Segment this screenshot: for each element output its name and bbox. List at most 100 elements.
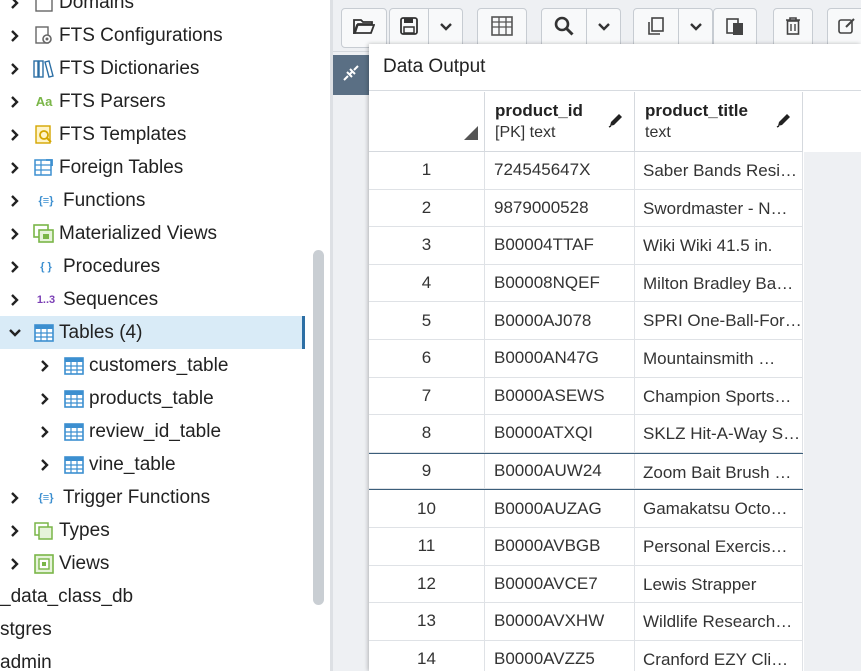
tree-item-fts-parsers[interactable]: Aa FTS Parsers (0, 85, 305, 118)
tree-item-procedures[interactable]: { } Procedures (0, 250, 305, 283)
row-number[interactable]: 14 (369, 640, 485, 671)
table-row[interactable]: 2 9879000528 Swordmaster - N… (369, 189, 803, 228)
chevron-right-icon[interactable] (9, 62, 21, 75)
cell-product-id[interactable]: B0000ATXQI (485, 415, 635, 453)
cell-product-id[interactable]: B0000AVBGB (485, 528, 635, 566)
load-table-button[interactable] (477, 8, 527, 48)
chevron-right-icon[interactable] (9, 194, 21, 207)
cell-product-id[interactable]: B0000AVZZ5 (485, 640, 635, 671)
tree-item-admin[interactable]: admin (0, 646, 305, 671)
cell-product-id[interactable]: B00004TTAF (485, 227, 635, 265)
tree-item-domains[interactable]: Domains (0, 0, 305, 19)
save-button[interactable] (389, 8, 429, 48)
table-row[interactable]: 11 B0000AVBGB Personal Exercis… (369, 528, 803, 566)
row-number[interactable]: 7 (369, 377, 485, 416)
pencil-icon[interactable] (776, 112, 792, 133)
cell-product-title[interactable]: Personal Exercis… (635, 528, 803, 566)
tree-item-views[interactable]: Views (0, 547, 305, 580)
row-number[interactable]: 9 (369, 453, 485, 490)
cell-product-title[interactable]: Saber Bands Resi… (635, 152, 803, 190)
cell-product-title[interactable]: Lewis Strapper (635, 565, 803, 604)
cell-product-id[interactable]: 9879000528 (485, 189, 635, 228)
row-number[interactable]: 13 (369, 603, 485, 641)
row-number[interactable]: 1 (369, 152, 485, 190)
row-number[interactable]: 12 (369, 565, 485, 604)
tree-item-functions[interactable]: {≡} Functions (0, 184, 305, 217)
paste-button[interactable] (713, 8, 757, 48)
open-file-button[interactable] (341, 8, 387, 48)
cell-product-id[interactable]: B0000AVCE7 (485, 565, 635, 604)
tree-item-fts-dictionaries[interactable]: FTS Dictionaries (0, 52, 305, 85)
tree-item-review-id-table[interactable]: review_id_table (0, 415, 305, 448)
cell-product-id[interactable]: B0000AUW24 (485, 453, 635, 490)
cell-product-id[interactable]: B0000AJ078 (485, 302, 635, 340)
tree-item-fts-configurations[interactable]: FTS Configurations (0, 19, 305, 52)
cell-product-title[interactable]: Zoom Bait Brush … (635, 453, 803, 490)
table-row[interactable]: 10 B0000AUZAG Gamakatsu Octo… (369, 490, 803, 528)
table-row[interactable]: 5 B0000AJ078 SPRI One-Ball-For… (369, 302, 803, 340)
row-number[interactable]: 8 (369, 415, 485, 453)
column-header-product-id[interactable]: product_id [PK] text (485, 92, 635, 152)
pencil-icon[interactable] (608, 112, 624, 133)
chevron-right-icon[interactable] (9, 491, 21, 504)
tree-item-stgres[interactable]: stgres (0, 613, 305, 646)
cell-product-id[interactable]: 724545647X (485, 152, 635, 190)
cell-product-title[interactable]: Mountainsmith … (635, 340, 803, 378)
row-number-header[interactable] (369, 92, 485, 152)
tree-item-foreign-tables[interactable]: Foreign Tables (0, 151, 305, 184)
tree-item-sequences[interactable]: 1..3 Sequences (0, 283, 305, 316)
row-number[interactable]: 3 (369, 227, 485, 265)
tree-scrollbar[interactable] (313, 250, 324, 605)
chevron-right-icon[interactable] (39, 392, 51, 405)
cell-product-title[interactable]: Wiki Wiki 41.5 in. (635, 227, 803, 265)
tree-item-customers-table[interactable]: customers_table (0, 349, 305, 382)
table-row[interactable]: 7 B0000ASEWS Champion Sports… (369, 377, 803, 416)
chevron-right-icon[interactable] (9, 524, 21, 537)
cell-product-title[interactable]: Cranford EZY Cli… (635, 640, 803, 671)
row-number[interactable]: 6 (369, 340, 485, 378)
edit-button[interactable] (827, 8, 861, 48)
chevron-right-icon[interactable] (9, 557, 21, 570)
connection-status[interactable] (333, 55, 369, 95)
cell-product-title[interactable]: Gamakatsu Octo… (635, 490, 803, 528)
tree-item-products-table[interactable]: products_table (0, 382, 305, 415)
chevron-right-icon[interactable] (39, 359, 51, 372)
chevron-right-icon[interactable] (9, 95, 21, 108)
cell-product-title[interactable]: Wildlife Research… (635, 603, 803, 641)
table-row[interactable]: 4 B00008NQEF Milton Bradley Ba… (369, 264, 803, 303)
cell-product-id[interactable]: B0000ASEWS (485, 377, 635, 416)
chevron-right-icon[interactable] (9, 161, 21, 174)
chevron-right-icon[interactable] (9, 260, 21, 273)
cell-product-title[interactable]: Milton Bradley Ba… (635, 264, 803, 303)
tree-item-trigger-functions[interactable]: {≡} Trigger Functions (0, 481, 305, 514)
row-number[interactable]: 4 (369, 264, 485, 303)
delete-button[interactable] (773, 8, 813, 48)
cell-product-title[interactable]: Swordmaster - N… (635, 189, 803, 228)
chevron-right-icon[interactable] (9, 293, 21, 306)
cell-product-id[interactable]: B00008NQEF (485, 264, 635, 303)
chevron-down-icon[interactable] (9, 327, 21, 339)
tree-item-data-class-db[interactable]: _data_class_db (0, 580, 305, 613)
table-row[interactable]: 9 B0000AUW24 Zoom Bait Brush … (369, 452, 803, 491)
chevron-right-icon[interactable] (9, 0, 21, 9)
cell-product-id[interactable]: B0000AVXHW (485, 603, 635, 641)
cell-product-id[interactable]: B0000AUZAG (485, 490, 635, 528)
row-number[interactable]: 10 (369, 490, 485, 528)
table-row[interactable]: 12 B0000AVCE7 Lewis Strapper (369, 565, 803, 604)
chevron-right-icon[interactable] (9, 128, 21, 141)
cell-product-title[interactable]: SPRI One-Ball-For… (635, 302, 803, 340)
table-row[interactable]: 6 B0000AN47G Mountainsmith … (369, 340, 803, 378)
table-row[interactable]: 13 B0000AVXHW Wildlife Research… (369, 603, 803, 641)
cell-product-id[interactable]: B0000AN47G (485, 340, 635, 378)
cell-product-title[interactable]: Champion Sports… (635, 377, 803, 416)
table-row[interactable]: 3 B00004TTAF Wiki Wiki 41.5 in. (369, 227, 803, 265)
table-row[interactable]: 8 B0000ATXQI SKLZ Hit-A-Way S… (369, 415, 803, 453)
save-dropdown-button[interactable] (429, 8, 463, 48)
data-output-tab[interactable]: Data Output (369, 44, 861, 91)
tree-item-types[interactable]: Types (0, 514, 305, 547)
search-button[interactable] (541, 8, 587, 48)
chevron-right-icon[interactable] (39, 458, 51, 471)
copy-button[interactable] (633, 8, 679, 48)
row-number[interactable]: 2 (369, 189, 485, 228)
tree-item-fts-templates[interactable]: FTS Templates (0, 118, 305, 151)
